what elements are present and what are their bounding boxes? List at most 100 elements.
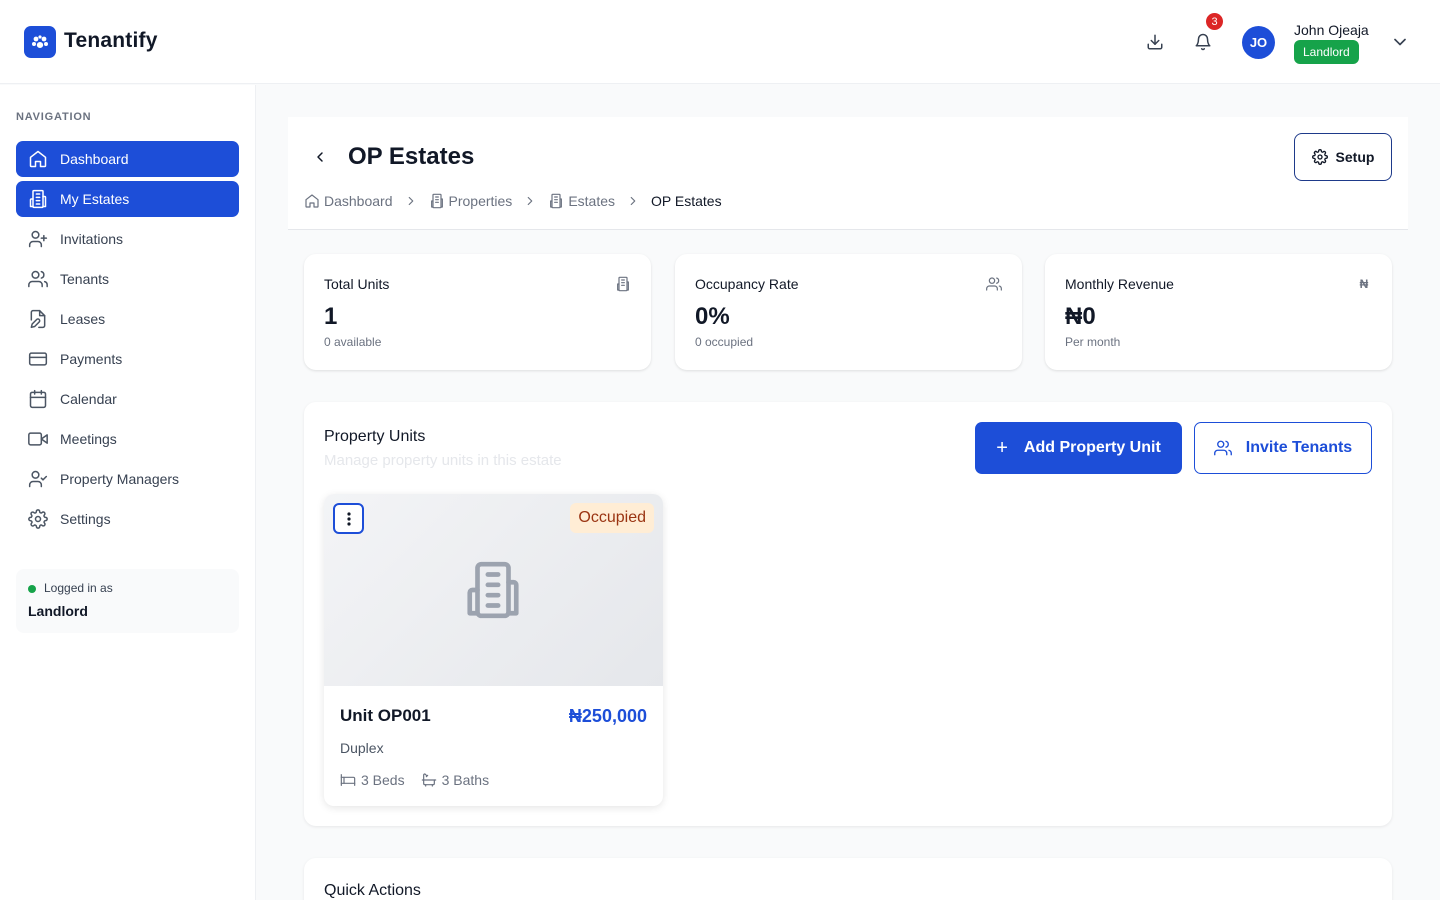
stat-title: Total Units [324,276,390,292]
building-icon [28,189,48,209]
stat-subtext: Per month [1065,335,1121,349]
sidebar-item-invitations[interactable]: Invitations [16,221,239,257]
sidebar-item-label: Tenants [60,271,110,287]
stat-title: Monthly Revenue [1065,276,1174,292]
gear-icon [28,509,48,529]
sidebar-item-label: Property Managers [60,471,180,487]
bed-icon [340,772,356,788]
notification-count-badge: 3 [1206,13,1223,30]
credit-card-icon [28,349,48,369]
user-name[interactable]: John Ojeaja [1294,22,1369,38]
sidebar-item-dashboard[interactable]: Dashboard [16,141,239,177]
logged-in-role: Landlord [28,603,88,619]
stat-value: 1 [324,303,338,330]
sidebar-item-label: Settings [60,511,111,527]
sidebar-item-label: Meetings [60,431,117,447]
sidebar-item-my-estates[interactable]: My Estates [16,181,239,217]
building-icon [615,276,631,292]
more-vertical-icon[interactable] [333,503,364,534]
bell-icon[interactable] [1191,30,1215,54]
invite-tenants-button[interactable]: Invite Tenants [1194,422,1372,474]
home-icon [28,149,48,169]
stat-subtext: 0 occupied [695,335,754,349]
chevron-right-icon [522,193,538,209]
breadcrumb-estates[interactable]: Estates [548,193,615,209]
unit-image-placeholder: Occupied [324,494,663,686]
setup-button[interactable]: Setup [1294,133,1392,181]
quick-actions-panel: Quick Actions [304,858,1392,900]
stat-subtext: 0 available [324,335,382,349]
unit-baths: 3 Baths [421,772,489,788]
page-header: OP Estates Setup Dashboard Properties Es… [288,117,1408,230]
page-title: OP Estates [348,143,475,170]
sidebar-item-leases[interactable]: Leases [16,301,239,337]
users-icon [1213,439,1232,457]
chevron-down-icon[interactable] [1390,32,1410,52]
online-status-dot [28,585,36,593]
stat-card-occupancy-rate: Occupancy Rate 0% 0 occupied [675,254,1022,370]
building-icon [429,193,445,209]
bath-icon [421,772,437,788]
sidebar-item-calendar[interactable]: Calendar [16,381,239,417]
home-icon [304,193,320,209]
user-role-badge: Landlord [1294,40,1359,64]
building-icon [548,193,564,209]
section-description: Manage property units in this estate [324,452,562,469]
sidebar-item-label: My Estates [60,191,130,207]
unit-name: Unit OP001 [340,706,431,725]
setup-button-label: Setup [1335,149,1375,165]
breadcrumb-properties[interactable]: Properties [429,193,513,209]
breadcrumb-label: Properties [448,193,513,209]
top-header: Tenantify 3 JO John Ojeaja Landlord [0,0,1440,84]
breadcrumb-current: OP Estates [651,193,722,209]
unit-beds: 3 Beds [340,772,405,788]
property-units-panel: Property Units Manage property units in … [304,402,1392,826]
unit-type: Duplex [340,740,384,756]
unit-card[interactable]: Occupied Unit OP001 ₦250,000 Duplex 3 Be… [324,494,663,806]
building-icon [462,558,524,622]
sidebar-item-property-managers[interactable]: Property Managers [16,461,239,497]
unit-meta: 3 Beds 3 Baths [340,772,505,788]
sidebar-item-label: Payments [60,351,123,367]
plus-icon: + [996,437,1008,459]
unit-beds-label: 3 Beds [361,772,405,788]
add-property-unit-button[interactable]: + Add Property Unit [975,422,1182,474]
add-property-unit-label: Add Property Unit [1023,439,1161,456]
sidebar-item-settings[interactable]: Settings [16,501,239,537]
breadcrumb-dashboard[interactable]: Dashboard [304,193,393,209]
stat-value: 0% [695,303,730,330]
stat-card-total-units: Total Units 1 0 available [304,254,651,370]
video-icon [28,429,48,449]
sidebar: NAVIGATION Dashboard My Estates Invitati… [0,85,256,900]
breadcrumb-label: Estates [568,193,616,209]
sidebar-item-meetings[interactable]: Meetings [16,421,239,457]
unit-price: ₦250,000 [568,706,647,726]
section-title: Quick Actions [324,882,421,899]
status-badge: Occupied [570,503,654,533]
unit-baths-label: 3 Baths [441,772,490,788]
chevron-right-icon [625,193,641,209]
nav-heading: NAVIGATION [16,111,92,123]
calendar-icon [28,389,48,409]
stat-title: Occupancy Rate [695,276,799,292]
invite-tenants-label: Invite Tenants [1245,439,1353,456]
breadcrumb-label: Dashboard [324,193,393,209]
user-plus-icon [28,229,48,249]
back-arrow-icon[interactable] [310,147,330,167]
user-check-icon [28,469,48,489]
app-name[interactable]: Tenantify [64,29,158,53]
avatar[interactable]: JO [1242,26,1275,59]
app-logo-icon[interactable] [24,26,56,58]
chevron-right-icon [403,193,419,209]
gear-icon [1311,149,1328,165]
sidebar-item-tenants[interactable]: Tenants [16,261,239,297]
sidebar-item-label: Calendar [60,391,117,407]
download-icon[interactable] [1143,30,1167,54]
sidebar-item-label: Dashboard [60,151,129,167]
stat-value: ₦0 [1065,303,1096,330]
sidebar-item-payments[interactable]: Payments [16,341,239,377]
stat-card-monthly-revenue: Monthly Revenue ₦0 Per month ₦ [1045,254,1392,370]
users-icon [28,269,48,289]
logged-in-card: Logged in as Landlord [16,569,239,633]
breadcrumb: Dashboard Properties Estates OP Estates [304,193,722,209]
